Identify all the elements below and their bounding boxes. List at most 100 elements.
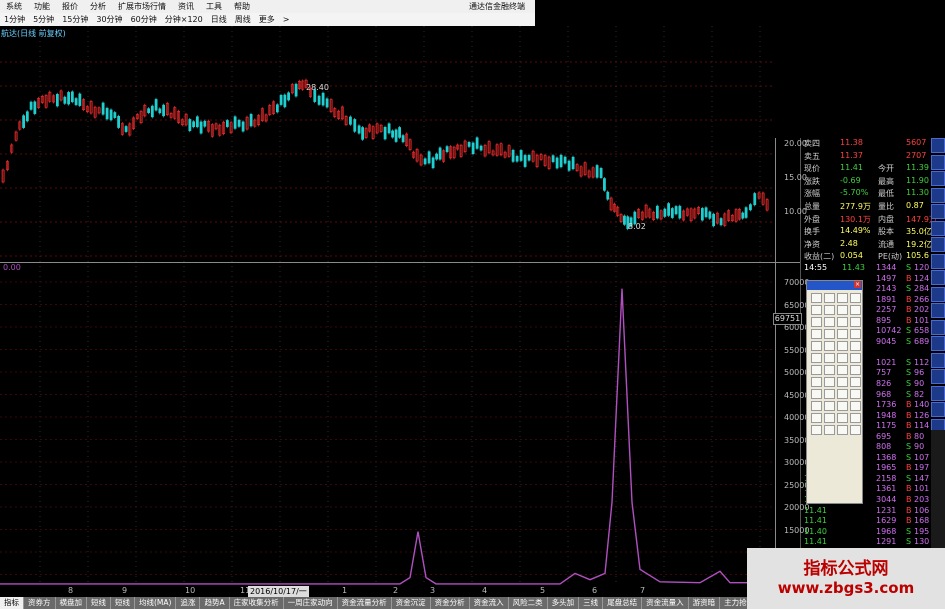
period-60min[interactable]: 60分钟: [127, 14, 161, 25]
drawing-tool-icon[interactable]: [837, 305, 848, 315]
period-more[interactable]: 更多: [255, 14, 279, 25]
menu-item-extended-market[interactable]: 扩展市场行情: [112, 1, 172, 12]
toolbar-icon[interactable]: [931, 319, 945, 335]
toolbar-icon[interactable]: [931, 385, 945, 401]
indicator-tab[interactable]: 尾盘总结: [603, 597, 643, 609]
period-30min[interactable]: 30分钟: [92, 14, 126, 25]
menu-item-help[interactable]: 帮助: [228, 1, 256, 12]
drawing-tool-icon[interactable]: [811, 413, 822, 423]
tick-row[interactable]: 14:55 11.43 1344 S 120: [802, 263, 930, 274]
drawing-tool-icon[interactable]: [824, 389, 835, 399]
indicator-tab[interactable]: 游资暗: [689, 597, 721, 609]
period-5min[interactable]: 5分钟: [29, 14, 58, 25]
period-weekly[interactable]: 周线: [231, 14, 255, 25]
indicator-tab[interactable]: 均线(MA): [135, 597, 177, 609]
drawing-tool-icon[interactable]: [850, 305, 861, 315]
drawing-tool-icon[interactable]: [824, 413, 835, 423]
indicator-tab[interactable]: 追涨: [176, 597, 201, 609]
toolbar-icon[interactable]: [931, 402, 945, 417]
drawing-tool-icon[interactable]: [850, 293, 861, 303]
indicator-tab[interactable]: 资金沉淀: [392, 597, 431, 609]
drawing-tool-icon[interactable]: [837, 425, 848, 435]
indicator-tab[interactable]: 短线: [87, 597, 111, 609]
drawing-tool-icon[interactable]: [850, 341, 861, 351]
drawing-tool-icon[interactable]: [837, 293, 848, 303]
tick-row[interactable]: 11.41 1629 B 168: [802, 516, 930, 527]
drawing-tool-icon[interactable]: [837, 341, 848, 351]
drawing-tool-icon[interactable]: [811, 329, 822, 339]
drawing-tool-icon[interactable]: [811, 389, 822, 399]
toolbar-icon[interactable]: [931, 204, 945, 219]
drawing-tools-palette[interactable]: ×: [806, 280, 863, 504]
drawing-tool-icon[interactable]: [811, 425, 822, 435]
toolbar-icon[interactable]: [931, 352, 945, 368]
drawing-tool-icon[interactable]: [850, 353, 861, 363]
drawing-tool-icon[interactable]: [811, 353, 822, 363]
drawing-tool-icon[interactable]: [811, 365, 822, 375]
indicator-tab[interactable]: 资金分析: [431, 597, 470, 609]
drawing-tool-icon[interactable]: [837, 365, 848, 375]
drawing-tool-icon[interactable]: [824, 341, 835, 351]
tick-row[interactable]: 11.41 1291 S 130: [802, 537, 930, 548]
period-15min[interactable]: 15分钟: [58, 14, 92, 25]
period-1min[interactable]: 1分钟: [0, 14, 29, 25]
toolbar-icon[interactable]: [931, 138, 945, 153]
drawing-tool-icon[interactable]: [824, 329, 835, 339]
drawing-tool-icon[interactable]: [850, 389, 861, 399]
drawing-tool-icon[interactable]: [837, 413, 848, 423]
indicator-tab[interactable]: 一周庄家动向: [284, 597, 338, 609]
tick-row[interactable]: 11.40 1968 S 195: [802, 527, 930, 538]
indicator-tab[interactable]: 资金流量分析: [338, 597, 392, 609]
toolbar-icon[interactable]: [931, 171, 945, 186]
toolbar-icon[interactable]: [931, 220, 945, 236]
toolbar-icon[interactable]: [931, 286, 945, 302]
period-daily[interactable]: 日线: [207, 14, 231, 25]
indicator-tab[interactable]: 多头加: [548, 597, 580, 609]
drawing-tool-icon[interactable]: [837, 317, 848, 327]
indicator-tab[interactable]: 趋势A: [200, 597, 230, 609]
menu-item-analysis[interactable]: 分析: [84, 1, 112, 12]
drawing-tool-icon[interactable]: [811, 293, 822, 303]
drawing-tool-icon[interactable]: [824, 305, 835, 315]
indicator-tab[interactable]: 三线: [579, 597, 604, 609]
drawing-tool-icon[interactable]: [824, 293, 835, 303]
right-scrollbar[interactable]: [931, 430, 945, 550]
close-icon[interactable]: ×: [854, 281, 861, 288]
indicator-tab[interactable]: 短线: [111, 597, 135, 609]
kline-chart[interactable]: [0, 26, 775, 586]
indicator-tab[interactable]: 风险二类: [509, 597, 548, 609]
toolbar-icon[interactable]: [931, 237, 945, 252]
menu-item-function[interactable]: 功能: [28, 1, 56, 12]
drawing-tool-icon[interactable]: [850, 365, 861, 375]
toolbar-icon[interactable]: [931, 336, 945, 351]
toolbar-icon[interactable]: [931, 154, 945, 170]
toolbar-icon[interactable]: [931, 369, 945, 384]
indicator-tab[interactable]: 庄家收集分析: [230, 597, 284, 609]
drawing-tool-icon[interactable]: [850, 377, 861, 387]
drawing-tool-icon[interactable]: [811, 401, 822, 411]
drawing-tool-icon[interactable]: [811, 317, 822, 327]
drawing-tool-icon[interactable]: [837, 401, 848, 411]
indicator-tab[interactable]: 横盘加: [56, 597, 87, 609]
drawing-tool-icon[interactable]: [850, 317, 861, 327]
drawing-tool-icon[interactable]: [824, 317, 835, 327]
drawing-tool-icon[interactable]: [824, 377, 835, 387]
indicator-tab[interactable]: 资金流入: [470, 597, 509, 609]
drawing-tool-icon[interactable]: [837, 377, 848, 387]
toolbar-icon[interactable]: [931, 187, 945, 203]
toolbar-icon[interactable]: [931, 253, 945, 269]
indicator-tab[interactable]: 资券方: [24, 597, 56, 609]
drawing-tool-icon[interactable]: [824, 365, 835, 375]
drawing-tool-icon[interactable]: [850, 425, 861, 435]
drawing-tool-icon[interactable]: [837, 353, 848, 363]
drawing-tool-icon[interactable]: [850, 413, 861, 423]
drawing-tool-icon[interactable]: [824, 401, 835, 411]
menu-item-tools[interactable]: 工具: [200, 1, 228, 12]
tick-row[interactable]: 11.41 1231 B 106: [802, 506, 930, 517]
period-custom-min[interactable]: 分钟×120: [161, 14, 207, 25]
drawing-tool-icon[interactable]: [811, 305, 822, 315]
drawing-tool-icon[interactable]: [837, 329, 848, 339]
drawing-tool-icon[interactable]: [850, 401, 861, 411]
drawing-tool-icon[interactable]: [837, 389, 848, 399]
menu-item-quote[interactable]: 报价: [56, 1, 84, 12]
